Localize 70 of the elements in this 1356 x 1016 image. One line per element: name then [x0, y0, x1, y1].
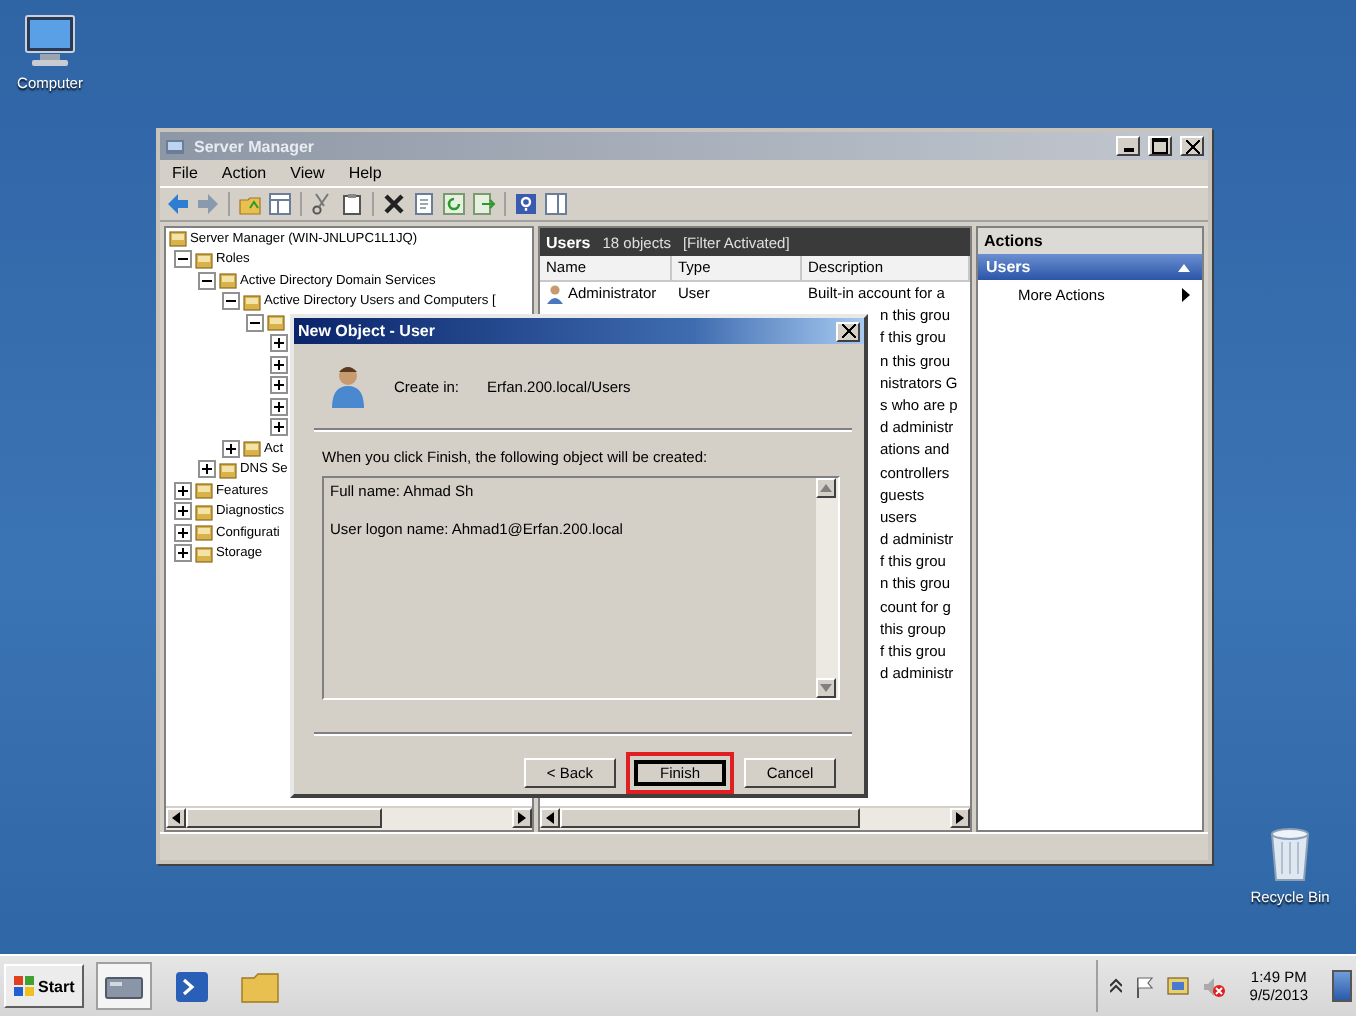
server-icon — [164, 135, 186, 157]
left-arrow-icon[interactable] — [172, 812, 180, 824]
expand-toggle[interactable] — [174, 523, 192, 542]
scroll-bar[interactable] — [816, 478, 838, 698]
flag-icon[interactable] — [1133, 975, 1154, 997]
start-button[interactable]: Start — [4, 964, 85, 1008]
scroll-bar[interactable] — [166, 806, 532, 830]
back-arrow-icon[interactable] — [166, 192, 190, 216]
close-button[interactable] — [836, 321, 860, 341]
expand-toggle[interactable] — [174, 544, 192, 563]
section-header[interactable]: Users — [978, 254, 1202, 280]
dialog-title: New Object - User — [298, 322, 435, 340]
close-button[interactable] — [1180, 136, 1204, 156]
refresh-icon[interactable] — [442, 192, 466, 216]
folder-icon — [168, 228, 188, 249]
menu-item[interactable]: Help — [348, 164, 382, 182]
folder-icon — [266, 312, 286, 333]
expand-toggle[interactable] — [174, 481, 192, 500]
windows-logo-icon — [14, 976, 34, 996]
grid-icon[interactable] — [268, 192, 292, 216]
menu-item[interactable]: Action — [221, 164, 267, 182]
folder-icon — [218, 459, 238, 480]
collapse-toggle[interactable] — [246, 313, 264, 332]
collapse-toggle[interactable] — [222, 292, 240, 311]
expand-toggle[interactable] — [222, 439, 240, 458]
window-title: Server Manager — [194, 137, 317, 155]
scroll-bar[interactable] — [540, 806, 970, 830]
show-desktop-button[interactable] — [1332, 970, 1352, 1002]
expand-toggle[interactable] — [270, 418, 288, 437]
menu-item[interactable]: View — [290, 164, 325, 182]
collapse-icon[interactable] — [1178, 263, 1190, 271]
expand-toggle[interactable] — [270, 355, 288, 374]
folder-icon — [218, 270, 238, 291]
chevron-icon[interactable] — [1109, 978, 1122, 994]
folder-icon — [194, 501, 214, 522]
folder-icon — [194, 522, 214, 543]
user-icon — [330, 364, 366, 408]
user-icon — [546, 283, 564, 304]
folder-icon — [242, 438, 262, 459]
document-icon[interactable] — [412, 192, 436, 216]
right-arrow-icon[interactable] — [518, 812, 526, 824]
right-arrow-icon[interactable] — [956, 812, 964, 824]
expand-toggle[interactable] — [270, 397, 288, 416]
scissors-icon[interactable] — [310, 192, 334, 216]
folder-icon — [194, 543, 214, 564]
minimize-button[interactable] — [1116, 136, 1140, 156]
expand-toggle[interactable] — [270, 334, 288, 353]
collapse-toggle[interactable] — [174, 250, 192, 269]
down-arrow-icon[interactable] — [820, 684, 832, 692]
computer-icon[interactable] — [20, 10, 80, 70]
clipboard-icon[interactable] — [340, 192, 364, 216]
delete-icon[interactable] — [382, 192, 406, 216]
panel-icon[interactable] — [544, 192, 568, 216]
submenu-arrow-icon — [1182, 288, 1190, 302]
export-icon[interactable] — [472, 192, 496, 216]
menu-item[interactable]: File — [172, 164, 198, 182]
folder-icon — [194, 480, 214, 501]
maximize-button[interactable] — [1148, 136, 1172, 156]
folder-icon — [194, 249, 214, 270]
left-arrow-icon[interactable] — [546, 812, 554, 824]
taskbar-button[interactable] — [96, 962, 153, 1010]
expand-toggle[interactable] — [270, 376, 288, 395]
muted-speaker-icon[interactable] — [1201, 975, 1226, 997]
collapse-toggle[interactable] — [198, 271, 216, 290]
expand-toggle[interactable] — [198, 460, 216, 479]
actions-heading: Actions — [978, 228, 1202, 254]
up-arrow-icon[interactable] — [820, 484, 832, 492]
list-title: Users — [546, 233, 591, 251]
expand-toggle[interactable] — [174, 502, 192, 521]
folder-icon — [242, 291, 262, 312]
